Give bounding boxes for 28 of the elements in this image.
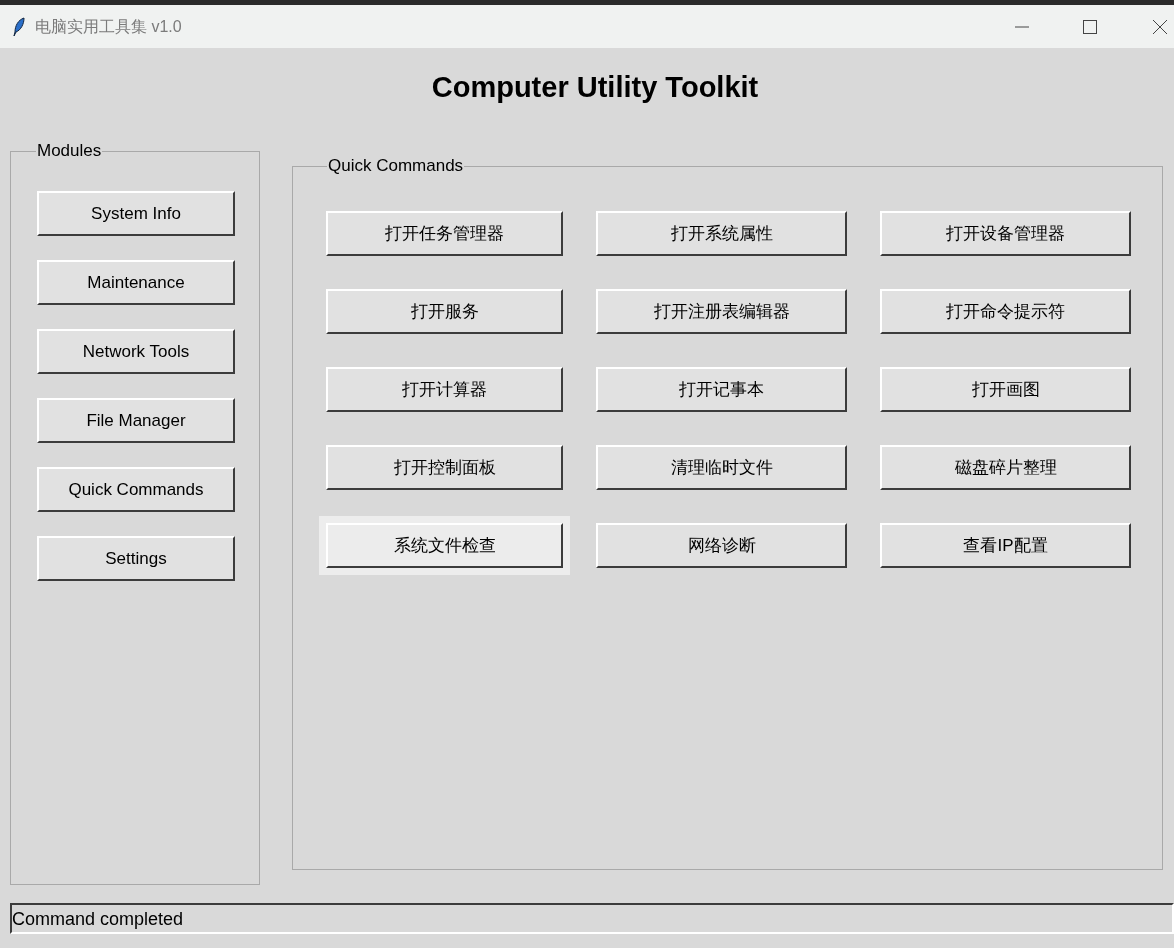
- close-icon[interactable]: [1152, 18, 1168, 35]
- command-button[interactable]: 网络诊断: [596, 523, 847, 568]
- module-button[interactable]: Settings: [37, 536, 235, 581]
- command-button[interactable]: 打开服务: [326, 289, 563, 334]
- command-button[interactable]: 查看IP配置: [880, 523, 1131, 568]
- command-button[interactable]: 打开设备管理器: [880, 211, 1131, 256]
- module-button[interactable]: Quick Commands: [37, 467, 235, 512]
- command-button[interactable]: 打开注册表编辑器: [596, 289, 847, 334]
- command-button[interactable]: 打开命令提示符: [880, 289, 1131, 334]
- command-button[interactable]: 打开计算器: [326, 367, 563, 412]
- command-button[interactable]: 打开任务管理器: [326, 211, 563, 256]
- feather-icon: [12, 16, 26, 37]
- status-bar: Command completed: [10, 903, 1174, 934]
- maximize-icon[interactable]: [1082, 18, 1098, 35]
- app-heading: Computer Utility Toolkit: [431, 70, 759, 105]
- group-label: Modules: [36, 142, 103, 160]
- command-button[interactable]: 打开控制面板: [326, 445, 563, 490]
- module-button[interactable]: Network Tools: [37, 329, 235, 374]
- module-button[interactable]: System Info: [37, 191, 235, 236]
- window-title: 电脑实用工具集 v1.0: [35, 16, 182, 37]
- group-label: Quick Commands: [327, 157, 465, 175]
- command-button[interactable]: 打开系统属性: [596, 211, 847, 256]
- command-button[interactable]: 打开记事本: [596, 367, 847, 412]
- module-button[interactable]: File Manager: [37, 398, 235, 443]
- command-button[interactable]: 磁盘碎片整理: [880, 445, 1131, 490]
- module-button[interactable]: Maintenance: [37, 260, 235, 305]
- command-button[interactable]: 清理临时文件: [596, 445, 847, 490]
- command-button[interactable]: 打开画图: [880, 367, 1131, 412]
